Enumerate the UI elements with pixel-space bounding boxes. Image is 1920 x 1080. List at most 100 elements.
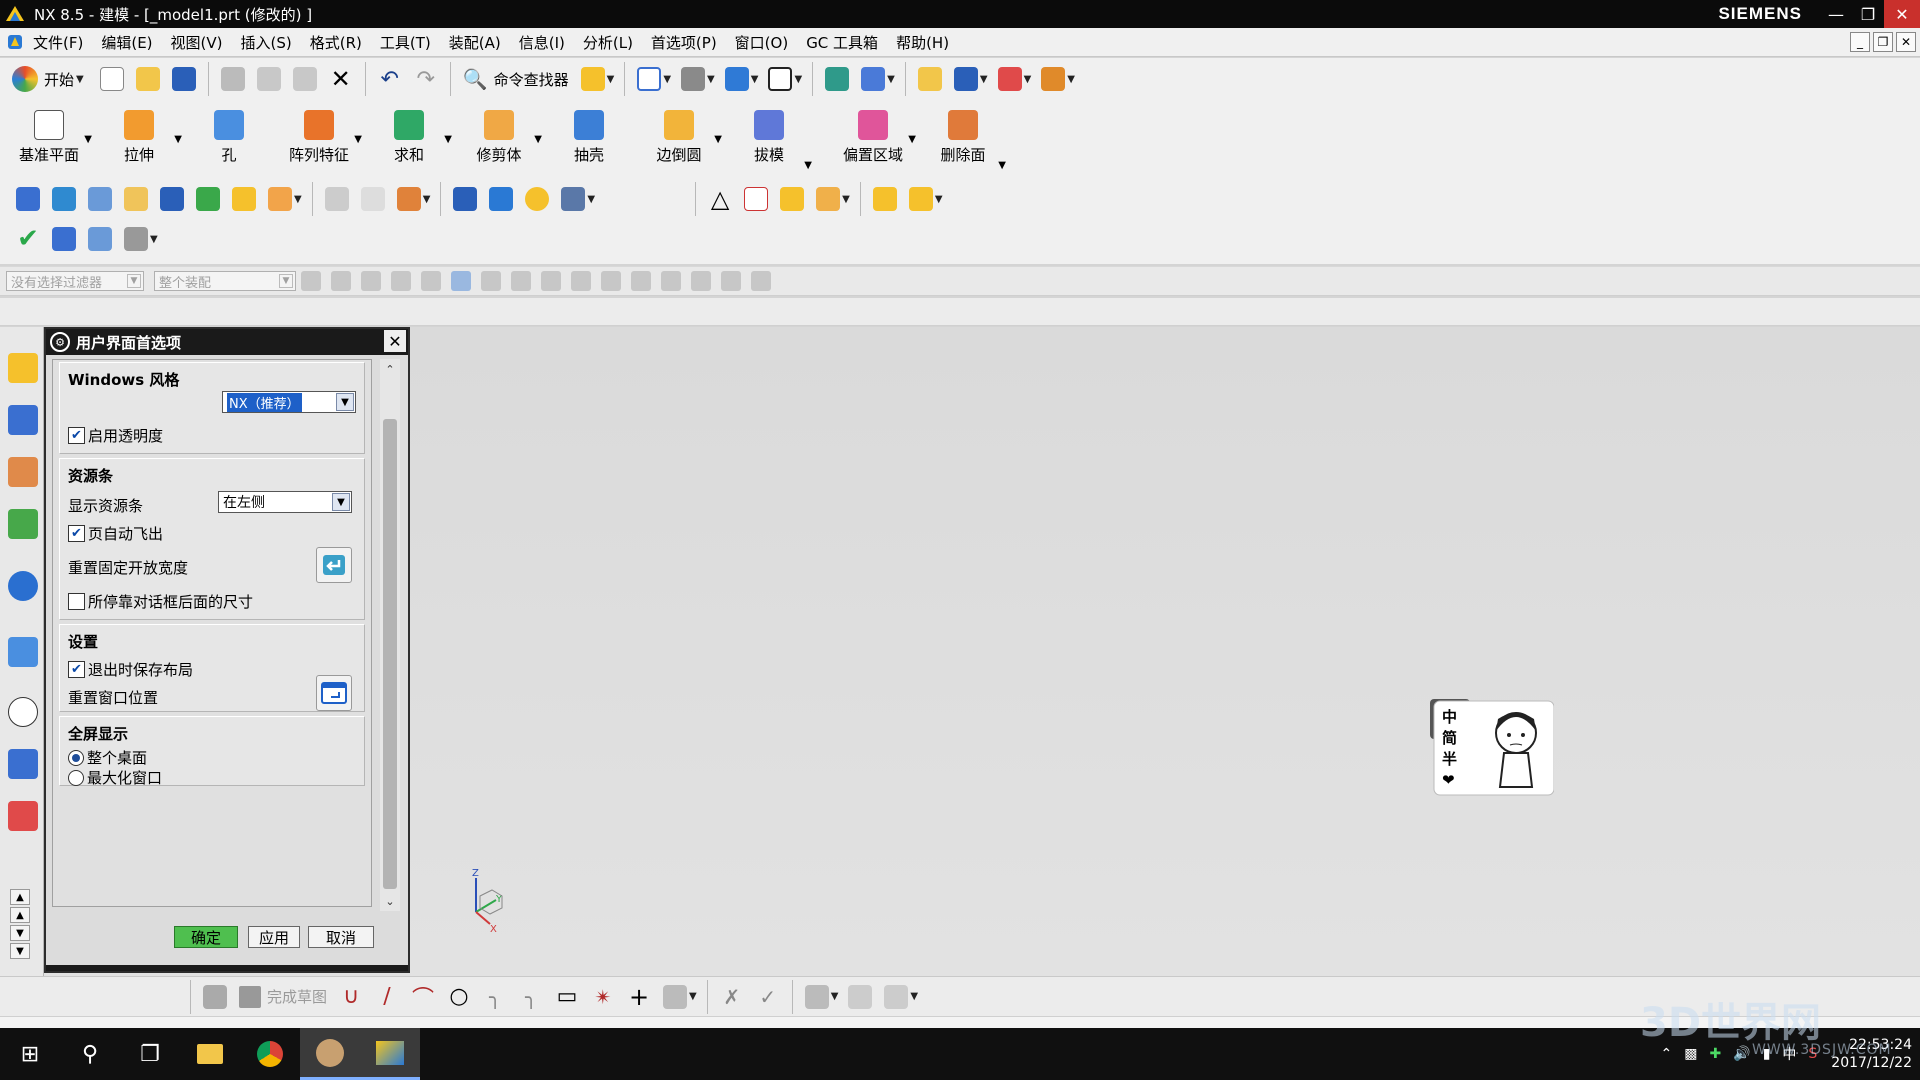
cut-button[interactable] [215,62,251,96]
add-point-button[interactable] [774,182,810,216]
snap-on-curve-icon[interactable] [691,271,711,291]
grid-icon[interactable] [751,271,771,291]
redo-button[interactable]: ↷ [408,62,444,96]
apply-button[interactable]: 应用 [248,926,300,948]
transparency-row[interactable]: ✔ 启用透明度 [68,425,163,446]
fillet-button[interactable]: ╮ [477,980,513,1014]
file-explorer-icon[interactable] [180,1028,240,1080]
maximized-window-row[interactable]: 最大化窗口 [68,767,162,788]
undo-button[interactable]: ↶ [372,62,408,96]
text-button[interactable] [262,182,298,216]
list-button[interactable] [82,222,118,256]
snap-intersection-icon[interactable] [571,271,591,291]
menu-app-icon[interactable] [6,33,24,51]
start-button[interactable]: 开始 ▼ [6,62,94,96]
scroll-up-icon[interactable]: ▲ [10,907,30,923]
background-button[interactable] [762,62,798,96]
offset-region-button[interactable]: 偏置区域 ▼ [828,104,918,176]
filter-settings-icon[interactable] [301,271,321,291]
quick-trim-button[interactable]: ✗ [714,980,750,1014]
command-finder-button[interactable]: 🔍 命令查找器 [457,62,575,96]
doc-restore-icon[interactable]: ❐ [1873,32,1893,52]
windows-start-icon[interactable]: ⊞ [0,1028,60,1080]
datum-plane-button[interactable]: 基准平面 ▼ [4,104,94,176]
auto-constraint-button[interactable] [878,980,914,1014]
delete-face-button[interactable]: 删除面 ▼ [918,104,1008,176]
snap-existing-point-icon[interactable] [661,271,681,291]
draft-button[interactable]: 拔模 ▼ [724,104,814,176]
whole-desktop-radio[interactable] [68,749,84,766]
line-button[interactable]: ∕ [369,980,405,1014]
menu-window[interactable]: 窗口(O) [726,32,798,53]
chevron-up-icon[interactable]: ⌃ [1661,1046,1673,1062]
arc-button[interactable]: ⌒ [405,980,441,1014]
replace-button[interactable] [226,182,262,216]
motion-button[interactable] [948,62,984,96]
assembly-navigator-icon[interactable] [8,353,38,383]
circle-button[interactable]: ○ [441,980,477,1014]
wcs-origin-button[interactable] [855,62,891,96]
close-icon[interactable]: ✕ [1884,0,1920,28]
auto-flyout-row[interactable]: ✔ 页自动飞出 [68,523,163,544]
solid-body-icon[interactable] [451,271,471,291]
thread-button[interactable] [519,182,555,216]
save-layout-checkbox[interactable]: ✔ [68,661,85,678]
cancel-button[interactable]: 取消 [308,926,374,948]
menu-file[interactable]: 文件(F) [24,32,92,53]
sew-button[interactable] [555,182,591,216]
pipe-button[interactable] [483,182,519,216]
fit-view-button[interactable] [631,62,667,96]
quick-extend-button[interactable]: ✓ [750,980,786,1014]
point-button[interactable] [391,182,427,216]
dialog-title-bar[interactable]: ⚙ 用户界面首选项 ✕ [46,329,408,355]
part-navigator-button[interactable] [46,222,82,256]
finish-sketch-button[interactable]: 完成草图 [233,980,333,1014]
unite-button[interactable]: 求和 ▼ [364,104,454,176]
snap-control-icon[interactable] [541,271,561,291]
snap-center-icon[interactable] [601,271,621,291]
restore-icon[interactable]: ❐ [1852,0,1884,28]
assembly-add-button[interactable] [903,182,939,216]
task-view-icon[interactable]: ❐ [120,1028,180,1080]
touch-mode-button[interactable] [575,62,611,96]
process-studio-icon[interactable] [8,749,38,779]
scroll-down-icon[interactable]: ⌄ [382,893,398,909]
reuse-library-icon[interactable] [8,509,38,539]
constraint-navigator-icon[interactable] [8,405,38,435]
save-layout-row[interactable]: ✔ 退出时保存布局 [68,659,193,680]
menu-preferences[interactable]: 首选项(P) [642,32,726,53]
sketch-button[interactable] [197,980,233,1014]
profile-button[interactable]: ∪ [333,980,369,1014]
menu-gc-toolbox[interactable]: GC 工具箱 [797,32,887,53]
layer-button[interactable] [46,182,82,216]
scroll-down-icon[interactable]: ▼ [10,925,30,941]
chevron-down-icon[interactable]: ▼ [336,393,354,411]
copy-button[interactable] [251,62,287,96]
menu-insert[interactable]: 插入(S) [232,32,301,53]
menu-format[interactable]: 格式(R) [301,32,371,53]
wcs-display-button[interactable] [118,222,154,256]
select-body-icon[interactable] [361,271,381,291]
reset-width-button[interactable] [316,547,352,583]
snap-on-surface-icon[interactable] [721,271,741,291]
auto-flyout-checkbox[interactable]: ✔ [68,525,85,542]
web-browser-icon[interactable] [8,571,38,601]
trim-body-button[interactable]: 修剪体 ▼ [454,104,544,176]
snap-quadrant-icon[interactable] [631,271,651,291]
nx-taskbar-icon[interactable] [360,1028,420,1080]
pattern-feature-button[interactable]: 阵列特征 ▼ [274,104,364,176]
menu-view[interactable]: 视图(V) [162,32,232,53]
close-icon[interactable]: ✕ [384,330,406,352]
paste-button[interactable] [287,62,323,96]
rectangle-button[interactable]: ▭ [549,980,585,1014]
menu-information[interactable]: 信息(I) [510,32,574,53]
measure-button[interactable] [992,62,1028,96]
scroll-top-icon[interactable]: ▲ [10,889,30,905]
reset-window-button[interactable] [316,675,352,711]
roles-icon[interactable] [8,801,38,831]
network-icon[interactable]: ▩ [1684,1046,1697,1062]
polygon-button[interactable]: ✴ [585,980,621,1014]
scroll-up-icon[interactable]: ⌃ [382,361,398,377]
point-sketch-button[interactable]: + [621,980,657,1014]
docked-size-checkbox[interactable] [68,593,85,610]
